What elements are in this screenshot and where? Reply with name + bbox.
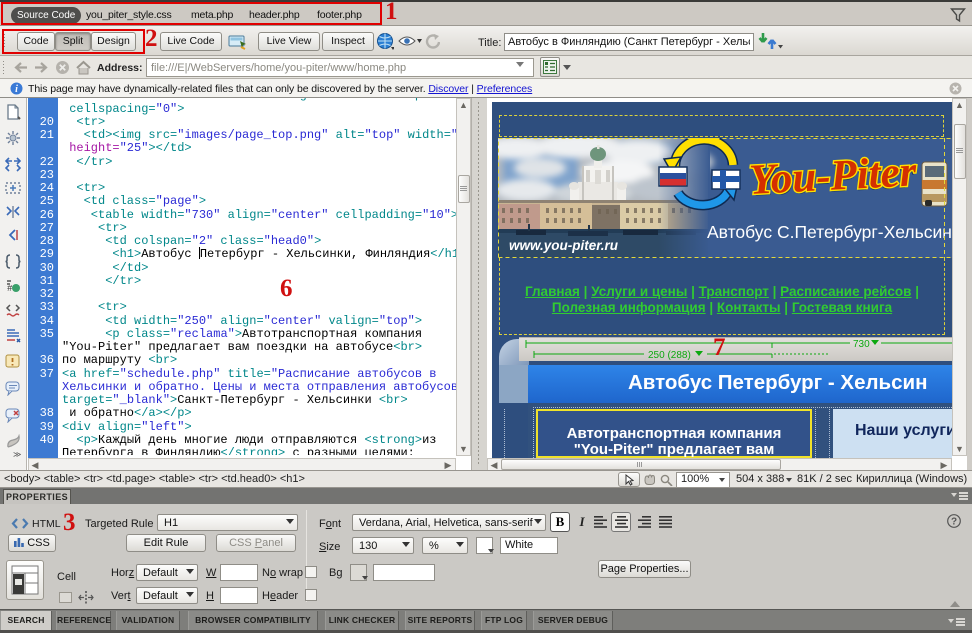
svg-text:Автобус С.Петербург-Хельсинки: Автобус С.Петербург-Хельсинки (707, 222, 952, 242)
svg-text:730: 730 (853, 339, 870, 350)
svg-text:?: ? (951, 517, 957, 528)
svg-text:#: # (7, 284, 13, 294)
svg-text:250 (288): 250 (288) (648, 350, 691, 361)
svg-text:i: i (15, 84, 18, 95)
svg-text:You-Piter: You-Piter (748, 148, 919, 204)
svg-text:www.you-piter.ru: www.you-piter.ru (509, 238, 619, 253)
